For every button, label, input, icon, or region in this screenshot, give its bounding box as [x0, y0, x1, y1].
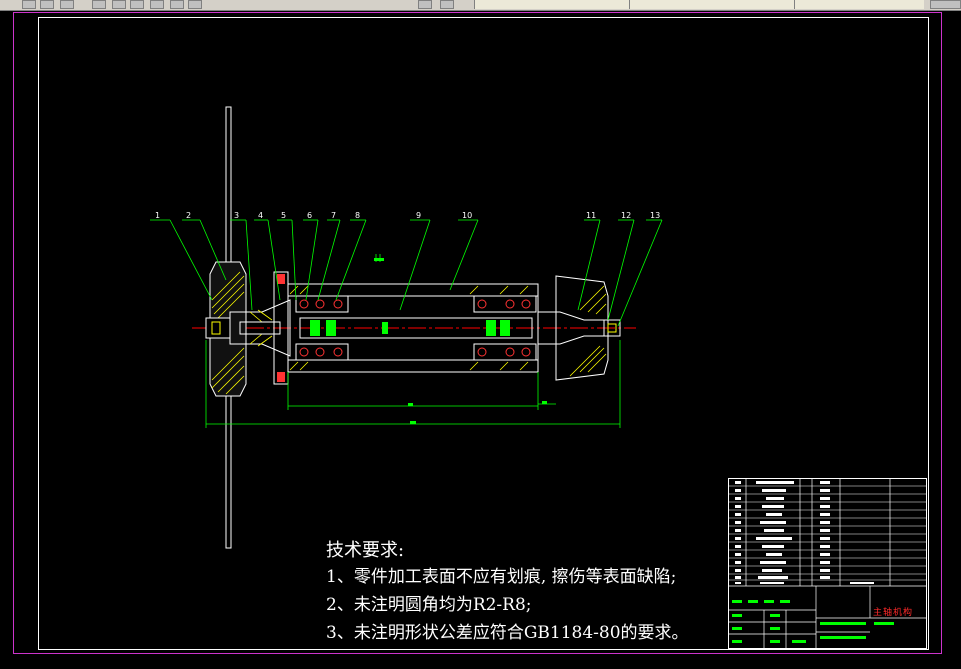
title-block: [728, 478, 927, 649]
balloon-13: 13: [650, 211, 660, 220]
balloon-1: 1: [155, 211, 160, 220]
balloon-11: 11: [586, 211, 596, 220]
note-line-3: 3、未注明形状公差应符合GB1184-80的要求。: [326, 623, 689, 643]
parts-list-rows: [728, 485, 927, 581]
dimension-marks: [374, 258, 547, 424]
balloon-12: 12: [621, 211, 631, 220]
balloon-2: 2: [186, 211, 191, 220]
balloon-10: 10: [462, 211, 472, 220]
parts-list-cells: [735, 481, 874, 584]
technical-requirements: 技术要求: 1、零件加工表面不应有划痕, 擦伤等表面缺陷; 2、未注明圆角均为R…: [326, 539, 689, 647]
seal-bottom: [277, 372, 285, 382]
balloon-8: 8: [355, 211, 360, 220]
note-line-1: 1、零件加工表面不应有划痕, 擦伤等表面缺陷;: [326, 567, 677, 587]
note-line-2: 2、未注明圆角均为R2-R8;: [326, 595, 532, 615]
pulley-hatch: [569, 285, 607, 377]
seal-top: [277, 274, 285, 284]
hub-nut: [205, 317, 231, 339]
balloon-4: 4: [258, 211, 263, 220]
balloon-3: 3: [234, 211, 239, 220]
drawing-name: 主轴机构: [873, 608, 914, 618]
balloon-6: 6: [307, 211, 312, 220]
notes-title: 技术要求:: [326, 540, 405, 561]
dimension-lines: [205, 254, 621, 428]
shaft-assembly-section: [192, 106, 636, 549]
balloon-5: 5: [281, 211, 286, 220]
balloon-9: 9: [416, 211, 421, 220]
balloon-7: 7: [331, 211, 336, 220]
